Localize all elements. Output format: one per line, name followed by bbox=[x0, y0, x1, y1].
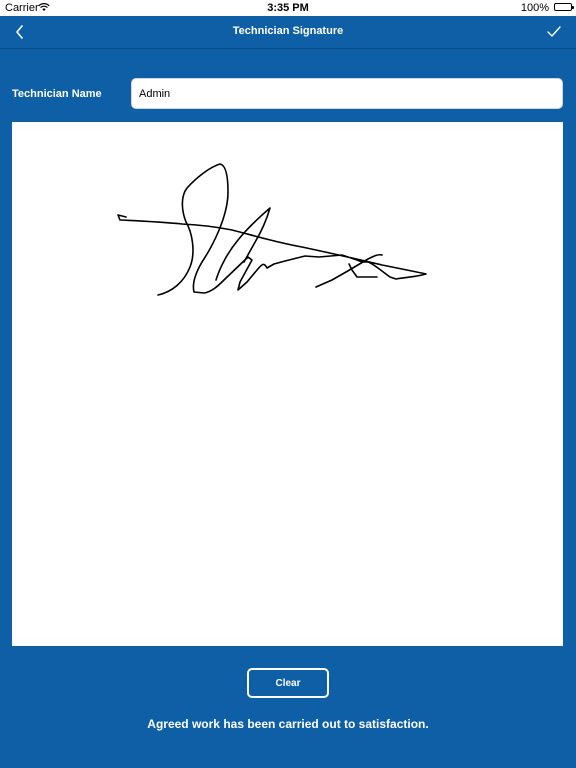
agreement-text: Agreed work has been carried out to sati… bbox=[147, 717, 429, 731]
clear-button[interactable]: Clear bbox=[247, 668, 329, 698]
signature-pad[interactable] bbox=[12, 122, 563, 646]
battery-icon bbox=[554, 3, 574, 11]
navigation-bar: Technician Signature bbox=[0, 16, 576, 49]
battery-percent: 100% bbox=[520, 2, 549, 14]
status-bar: Carrier 3:35 PM 100% bbox=[0, 0, 576, 16]
status-time: 3:35 PM bbox=[267, 2, 309, 14]
signature-drawing bbox=[117, 163, 427, 296]
checkmark-icon[interactable] bbox=[544, 22, 564, 42]
technician-name-input[interactable] bbox=[131, 78, 563, 109]
page-title: Technician Signature bbox=[232, 25, 344, 37]
technician-name-label: Technician Name bbox=[12, 88, 102, 100]
